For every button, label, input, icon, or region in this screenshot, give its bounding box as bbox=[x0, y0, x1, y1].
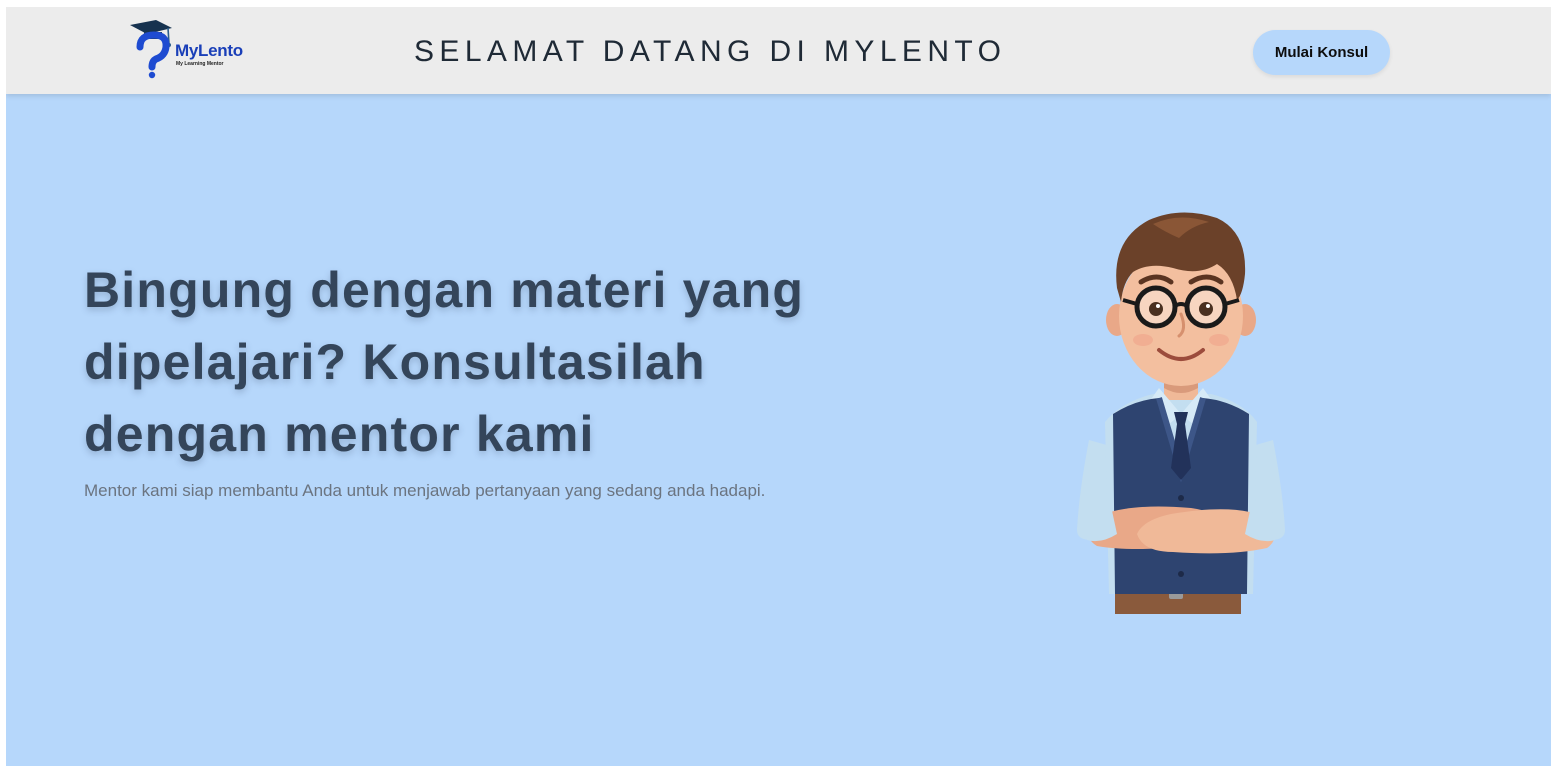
start-consultation-button[interactable]: Mulai Konsul bbox=[1253, 30, 1390, 75]
brand-name: MyLento bbox=[175, 41, 243, 60]
brand-tagline: My Learning Mentor bbox=[176, 61, 224, 67]
graduation-cap-question-icon bbox=[130, 20, 172, 79]
hero-subtext: Mentor kami siap membantu Anda untuk men… bbox=[84, 481, 766, 500]
page-title: SELAMAT DATANG DI MYLENTO bbox=[414, 35, 1007, 68]
page-frame: MyLento My Learning Mentor SELAMAT DATAN… bbox=[6, 7, 1551, 766]
hero-headline: Bingung dengan materi yang dipelajari? K… bbox=[84, 262, 805, 462]
brand-logo[interactable]: MyLento My Learning Mentor bbox=[130, 19, 260, 79]
mentor-illustration bbox=[1077, 212, 1285, 614]
navbar: MyLento My Learning Mentor SELAMAT DATAN… bbox=[6, 7, 1551, 94]
